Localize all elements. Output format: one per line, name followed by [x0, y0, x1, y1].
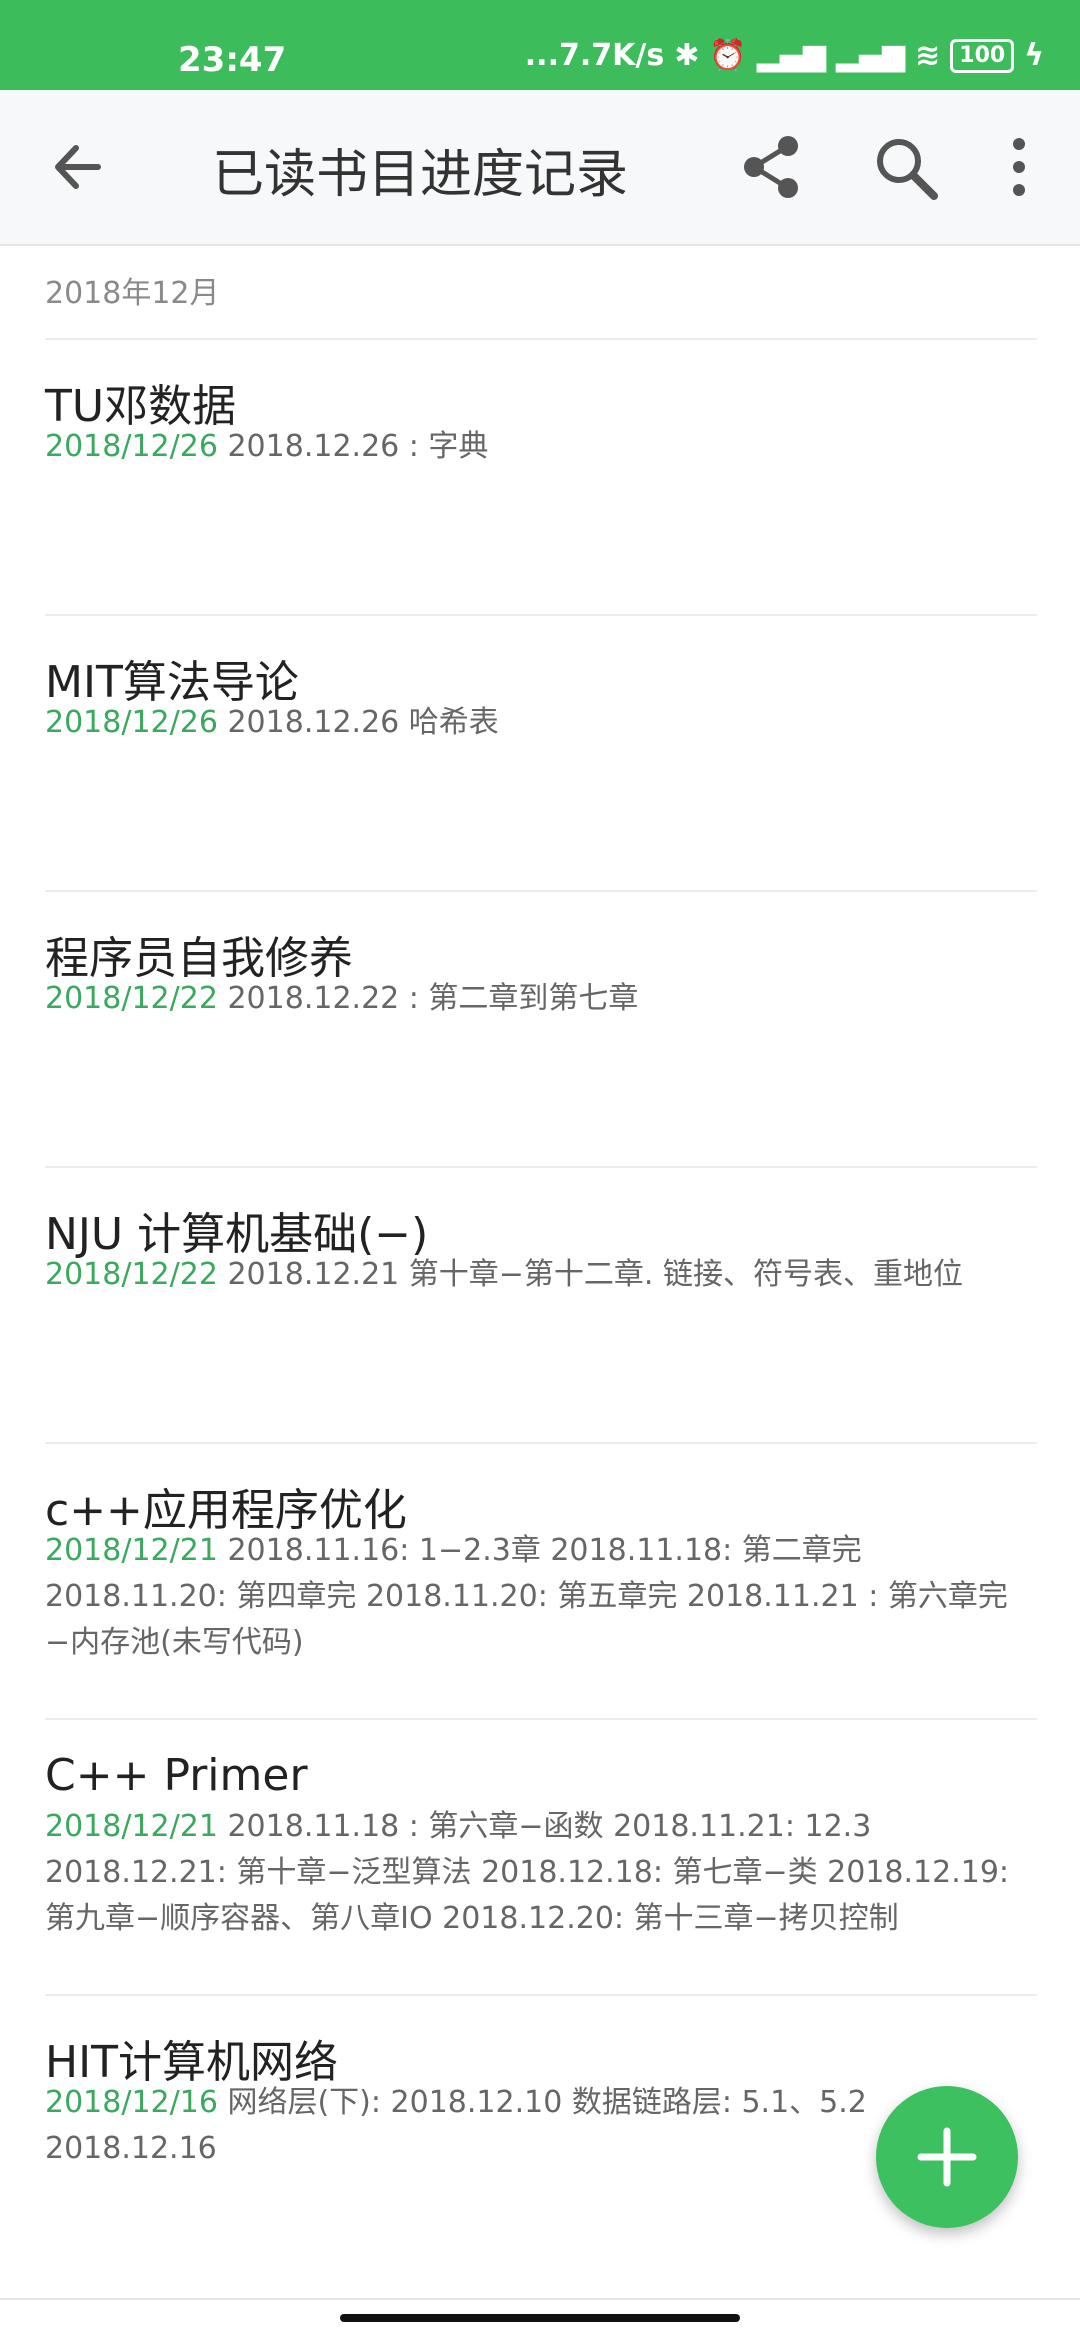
item-date: 2018/12/26 [45, 705, 218, 740]
list-item[interactable]: c++应用程序优化 2018/12/21 2018.11.16: 1−2.3章 … [45, 1442, 1037, 1718]
item-body: 2018/12/21 2018.11.18 : 第六章−函数 2018.11.2… [45, 1804, 1035, 1942]
signal-icon: ▂▄▆ [756, 38, 826, 73]
status-bar: 23:47 ...7.7K/s ✱ ⏰ ▂▄▆ ▂▄▆ ≋ 100 ϟ [0, 0, 1080, 90]
back-arrow-icon[interactable] [48, 132, 108, 202]
item-date: 2018/12/22 [45, 1257, 218, 1292]
list-item[interactable]: TU邓数据 2018/12/26 2018.12.26 : 字典 [45, 338, 1037, 614]
page-title: 已读书目进度记录 [212, 145, 629, 205]
charging-icon: ϟ [1024, 38, 1044, 73]
list-item[interactable]: 程序员自我修养 2018/12/22 2018.12.22 : 第二章到第七章 [45, 890, 1037, 1166]
item-body: 2018/12/21 2018.11.16: 1−2.3章 2018.11.18… [45, 1528, 1035, 1666]
item-body: 2018/12/26 2018.12.26 哈希表 [45, 700, 1035, 746]
section-header: 2018年12月 [45, 276, 220, 311]
item-body: 2018/12/22 2018.12.22 : 第二章到第七章 [45, 976, 1035, 1022]
add-icon [917, 2127, 977, 2187]
more-vert-icon[interactable] [1004, 136, 1034, 198]
home-indicator[interactable] [340, 2314, 740, 2322]
item-date: 2018/12/21 [45, 1809, 218, 1844]
wifi-icon: ≋ [915, 38, 941, 73]
item-date: 2018/12/21 [45, 1533, 218, 1568]
status-time: 23:47 [178, 40, 287, 80]
item-text: 2018.12.21 第十章−第十二章. 链接、符号表、重地位 [227, 1257, 963, 1292]
book-list: TU邓数据 2018/12/26 2018.12.26 : 字典 MIT算法导论… [45, 338, 1037, 2270]
list-item[interactable]: NJU 计算机基础(−) 2018/12/22 2018.12.21 第十章−第… [45, 1166, 1037, 1442]
network-speed: ...7.7K/s [524, 38, 665, 73]
add-button[interactable] [876, 2086, 1018, 2228]
list-item[interactable]: C++ Primer 2018/12/21 2018.11.18 : 第六章−函… [45, 1718, 1037, 1994]
search-icon[interactable] [872, 134, 940, 202]
item-title: C++ Primer [45, 1750, 308, 1801]
item-text: 2018.12.22 : 第二章到第七章 [227, 981, 639, 1016]
item-date: 2018/12/22 [45, 981, 218, 1016]
list-item[interactable]: MIT算法导论 2018/12/26 2018.12.26 哈希表 [45, 614, 1037, 890]
item-date: 2018/12/26 [45, 429, 218, 464]
item-body: 2018/12/22 2018.12.21 第十章−第十二章. 链接、符号表、重… [45, 1252, 1035, 1298]
bluetooth-icon: ✱ [674, 38, 700, 73]
item-text: 2018.12.26 : 字典 [227, 429, 489, 464]
item-body: 2018/12/26 2018.12.26 : 字典 [45, 424, 1035, 470]
battery-icon: 100 [950, 38, 1015, 73]
bottom-divider [0, 2298, 1080, 2300]
app-bar: 已读书目进度记录 [0, 90, 1080, 246]
item-text: 2018.12.26 哈希表 [227, 705, 499, 740]
status-icons: ...7.7K/s ✱ ⏰ ▂▄▆ ▂▄▆ ≋ 100 ϟ [525, 38, 1044, 73]
signal-icon-2: ▂▄▆ [835, 38, 906, 73]
alarm-icon: ⏰ [709, 38, 747, 73]
item-date: 2018/12/16 [45, 2085, 218, 2120]
share-icon[interactable] [740, 134, 802, 200]
